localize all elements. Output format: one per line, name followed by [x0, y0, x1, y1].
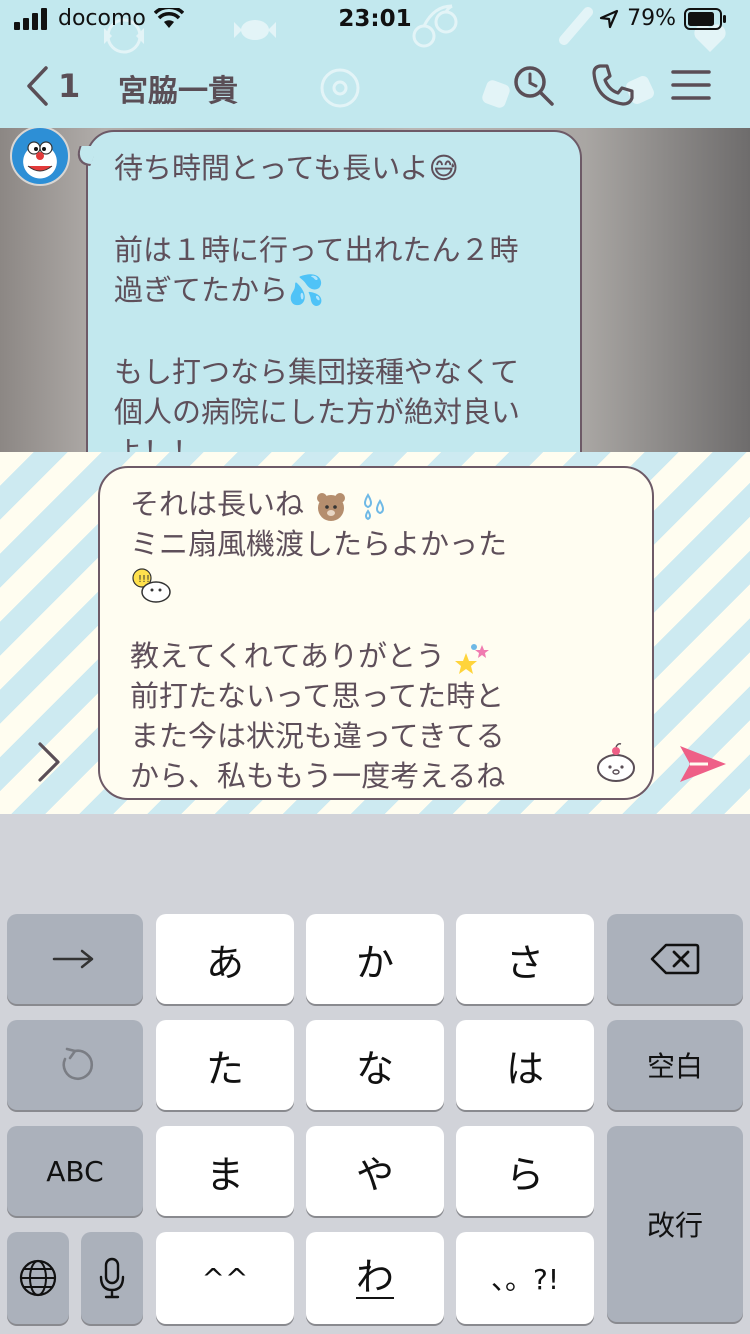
input-text: 教えてくれてありがとう [130, 639, 445, 673]
microphone-key[interactable] [81, 1232, 143, 1324]
key-punctuation[interactable]: 、。?! [456, 1232, 594, 1324]
key-sa[interactable]: さ [456, 914, 594, 1004]
undo-icon [62, 1047, 94, 1081]
input-line: !!! [130, 564, 632, 606]
arrow-key[interactable] [7, 914, 143, 1004]
key-wa-label: わ [355, 1255, 394, 1299]
sparkle-stars-emoji-icon [455, 644, 490, 674]
message-input[interactable]: それは長いね ミニ扇風機渡したらよかった !!! 教えてくれてありがとう 前打た… [98, 466, 654, 800]
enter-key[interactable]: 改行 [607, 1126, 743, 1322]
backspace-key[interactable] [607, 914, 743, 1004]
input-line: 教えてくれてありがとう [130, 636, 632, 676]
message-line: 待ち時間とっても長いよ😅 [114, 151, 459, 185]
message-line: 過ぎてたから💦 [114, 273, 325, 307]
input-text: それは長いね [130, 487, 305, 521]
key-ya[interactable]: や [306, 1126, 444, 1216]
back-button[interactable]: 1 [26, 60, 80, 112]
message-line: 前は１時に行って出れたん２時 [114, 233, 519, 267]
key-kaomoji[interactable]: ^^ [156, 1232, 294, 1324]
bear-emoji-icon [317, 493, 346, 521]
phone-icon[interactable] [590, 62, 636, 108]
key-ra[interactable]: ら [456, 1126, 594, 1216]
menu-icon[interactable] [668, 62, 714, 108]
chevron-left-icon [27, 66, 48, 106]
chevron-right-icon[interactable] [32, 740, 66, 784]
battery-percent: 79% [627, 6, 676, 31]
space-key[interactable]: 空白 [607, 1020, 743, 1110]
key-wa[interactable]: わ [306, 1232, 444, 1324]
chat-title: 宮脇一貴 [118, 74, 238, 109]
status-bar: docomo 23:01 79% [0, 0, 750, 40]
key-na[interactable]: な [306, 1020, 444, 1110]
arrow-right-icon [52, 949, 94, 969]
cat-sticker-emoji-icon: !!! [132, 568, 171, 603]
sweat-drops-emoji-icon [364, 493, 385, 521]
avatar-face-icon [27, 141, 53, 172]
backspace-icon [650, 943, 700, 975]
location-arrow-icon [599, 9, 619, 28]
message-line: 個人の病院にした方が絶対良い [114, 395, 521, 429]
key-ta[interactable]: た [156, 1020, 294, 1110]
input-line: ミニ扇風機渡したらよかった [130, 527, 508, 561]
chat-header: docomo 23:01 79% 1 宮脇一貴 [0, 0, 750, 128]
message-line: もし打つなら集団接種やなくて [114, 355, 520, 389]
key-ka[interactable]: か [306, 914, 444, 1004]
microphone-icon [99, 1257, 125, 1299]
chat-area[interactable]: 待ち時間とっても長いよ😅 前は１時に行って出れたん２時 過ぎてたから💦 もし打つ… [0, 128, 750, 452]
keyboard: あ か さ た な は 空白 ABC ま や ら 改行 ^^ わ 、。?! [0, 814, 750, 1334]
abc-key[interactable]: ABC [7, 1126, 143, 1216]
key-a[interactable]: あ [156, 914, 294, 1004]
battery-icon [684, 7, 726, 30]
send-icon[interactable] [678, 742, 728, 786]
message-line: よ！！ [114, 435, 202, 452]
input-line: また今は状況も違ってきてる [130, 719, 505, 753]
search-icon[interactable] [510, 62, 556, 108]
undo-key[interactable] [7, 1020, 143, 1110]
input-line: 前打たないって思ってた時と [130, 679, 505, 713]
input-line: それは長いね [130, 484, 632, 524]
unread-count: 1 [58, 67, 81, 105]
received-message-bubble[interactable]: 待ち時間とっても長いよ😅 前は１時に行って出れたん２時 過ぎてたから💦 もし打つ… [86, 130, 582, 452]
compose-area: それは長いね ミニ扇風機渡したらよかった !!! 教えてくれてありがとう 前打た… [0, 452, 750, 814]
nav-bar: 1 宮脇一貴 [0, 56, 750, 116]
globe-key[interactable] [7, 1232, 69, 1324]
input-line: から、私ももう一度考えるね [130, 759, 506, 793]
key-ha[interactable]: は [456, 1020, 594, 1110]
avatar[interactable] [10, 128, 70, 186]
key-ma[interactable]: ま [156, 1126, 294, 1216]
sticker-icon[interactable] [594, 740, 638, 784]
globe-icon [19, 1259, 57, 1297]
